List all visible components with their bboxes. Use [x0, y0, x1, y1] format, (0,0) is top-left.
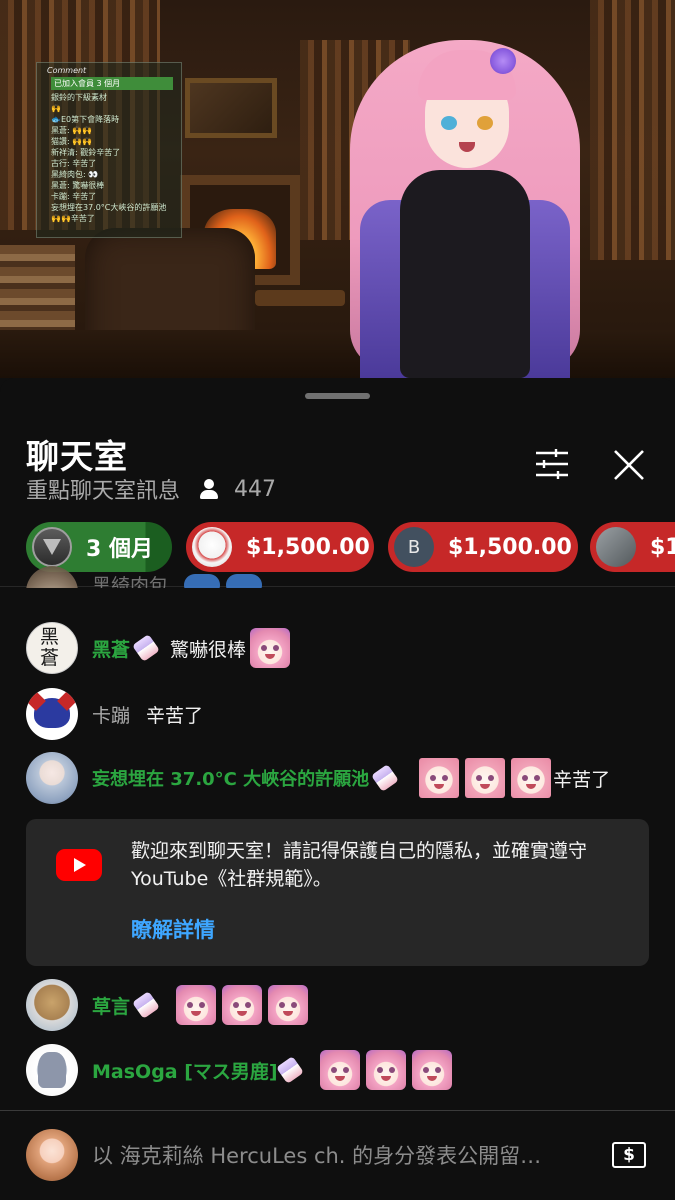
member-badge-icon	[132, 634, 160, 662]
vtuber-avatar	[330, 20, 600, 378]
emote	[319, 1050, 360, 1090]
close-button[interactable]	[610, 446, 648, 484]
author-name: 黑綺肉包	[92, 575, 169, 588]
overlay-line: 🙌🙌辛苦了	[51, 214, 95, 223]
chip-amount: $1,500.00	[246, 534, 370, 560]
chat-mode-label: 重點聊天室訊息	[26, 479, 181, 504]
user-avatar	[26, 1129, 78, 1181]
flower-hair-ornament	[490, 48, 516, 74]
overlay-line: 卡蹦: 辛苦了	[51, 192, 97, 201]
member-badge-icon	[371, 764, 400, 792]
overlay-line: 🐟E0第下會降落時	[51, 115, 120, 124]
author-name: 妄想埋在 37.0°C 大峽谷的許願池	[92, 769, 370, 790]
emote	[222, 985, 263, 1025]
member-badge-icon	[275, 1056, 304, 1084]
avatar	[26, 566, 78, 588]
emote	[419, 758, 460, 798]
avatar: 黑蒼	[26, 622, 78, 674]
close-icon	[614, 450, 644, 480]
video-player[interactable]: Comment 已加入會員 3 個月 銀鈴的下級素材 🙌 🐟E0第下會降落時 黑…	[0, 0, 675, 378]
emote	[465, 758, 506, 798]
emoji	[184, 574, 221, 588]
stream-chat-overlay: Comment 已加入會員 3 個月 銀鈴的下級素材 🙌 🐟E0第下會降落時 黑…	[36, 62, 182, 238]
viewer-count: 447	[234, 476, 277, 502]
chat-settings-button[interactable]	[532, 448, 572, 480]
overlay-line: 黑蒼: 驚嚇很棒	[51, 181, 105, 190]
emote	[268, 985, 309, 1025]
chat-mode-selector[interactable]: 重點聊天室訊息 447	[26, 473, 276, 505]
author-name: 黑蒼	[92, 638, 131, 661]
learn-more-link[interactable]: 瞭解詳情	[131, 914, 215, 944]
overlay-line: 黑蒼: 🙌🙌	[51, 126, 93, 135]
chip-amount: $1	[650, 534, 675, 560]
emote	[250, 628, 291, 668]
chat-message[interactable]: 草言	[0, 976, 675, 1034]
super-chat-button[interactable]: $	[612, 1142, 646, 1168]
bookshelf	[590, 0, 675, 260]
chat-message[interactable]: 黑綺肉包	[0, 558, 675, 588]
message-text: 辛苦了	[553, 768, 611, 791]
chat-message[interactable]: MasOga [マス男鹿]	[0, 1041, 675, 1099]
drag-handle[interactable]	[305, 393, 370, 399]
emoji	[226, 574, 263, 588]
chat-message-input[interactable]: 以 海克莉絲 HercuLes ch. 的身分發表公開留…	[92, 1140, 582, 1170]
author-name: 卡蹦	[92, 704, 131, 727]
message-text: 驚嚇很棒	[170, 638, 247, 661]
overlay-line: 黑綺肉包: 👀	[51, 170, 99, 179]
avatar	[26, 752, 78, 804]
overlay-line: 🙌	[51, 104, 61, 113]
painting	[185, 78, 277, 138]
youtube-logo-icon	[56, 849, 102, 881]
emote	[411, 1050, 452, 1090]
emote	[176, 985, 217, 1025]
chat-message[interactable]: 卡蹦 辛苦了	[0, 685, 675, 743]
avatar	[26, 1044, 78, 1096]
avatar	[26, 979, 78, 1031]
person-icon	[198, 478, 220, 500]
overlay-line: 銀鈴的下級素材	[51, 93, 107, 102]
avatar	[26, 688, 78, 740]
overlay-line: 猫讚: 🙌🙌	[51, 137, 93, 146]
welcome-notice: 歡迎來到聊天室！請記得保護自己的隱私，並確實遵守 YouTube《社群規範》。 …	[26, 819, 649, 966]
chip-amount: $1,500.00	[448, 534, 572, 560]
author-name: MasOga [マス男鹿]	[92, 1060, 278, 1083]
chat-message[interactable]: 妄想埋在 37.0°C 大峽谷的許願池 辛苦了	[0, 749, 675, 807]
overlay-membership-line: 已加入會員 3 個月	[51, 77, 173, 90]
overlay-title: Comment	[47, 66, 87, 75]
overlay-line: 新祥清: 觀鈴辛苦了	[51, 148, 121, 157]
message-text: 辛苦了	[146, 704, 204, 727]
author-name: 草言	[92, 995, 131, 1018]
member-badge-icon	[132, 991, 160, 1019]
overlay-line: 妄想埋在37.0°C大峽谷的許願池	[51, 203, 167, 212]
chat-message[interactable]: 黑蒼 黑蒼 驚嚇很棒	[0, 619, 675, 677]
emote	[511, 758, 552, 798]
welcome-text: 歡迎來到聊天室！請記得保護自己的隱私，並確實遵守 YouTube《社群規範》。	[131, 840, 588, 890]
emote	[365, 1050, 406, 1090]
dollar-icon: $	[623, 1145, 635, 1165]
overlay-line: 古行: 辛苦了	[51, 159, 97, 168]
sliders-icon	[536, 449, 568, 479]
panel-title: 聊天室	[26, 437, 128, 476]
live-chat-panel: 聊天室 重點聊天室訊息 447 3 個月 $1,500.00 B $1,500.…	[0, 378, 675, 1200]
